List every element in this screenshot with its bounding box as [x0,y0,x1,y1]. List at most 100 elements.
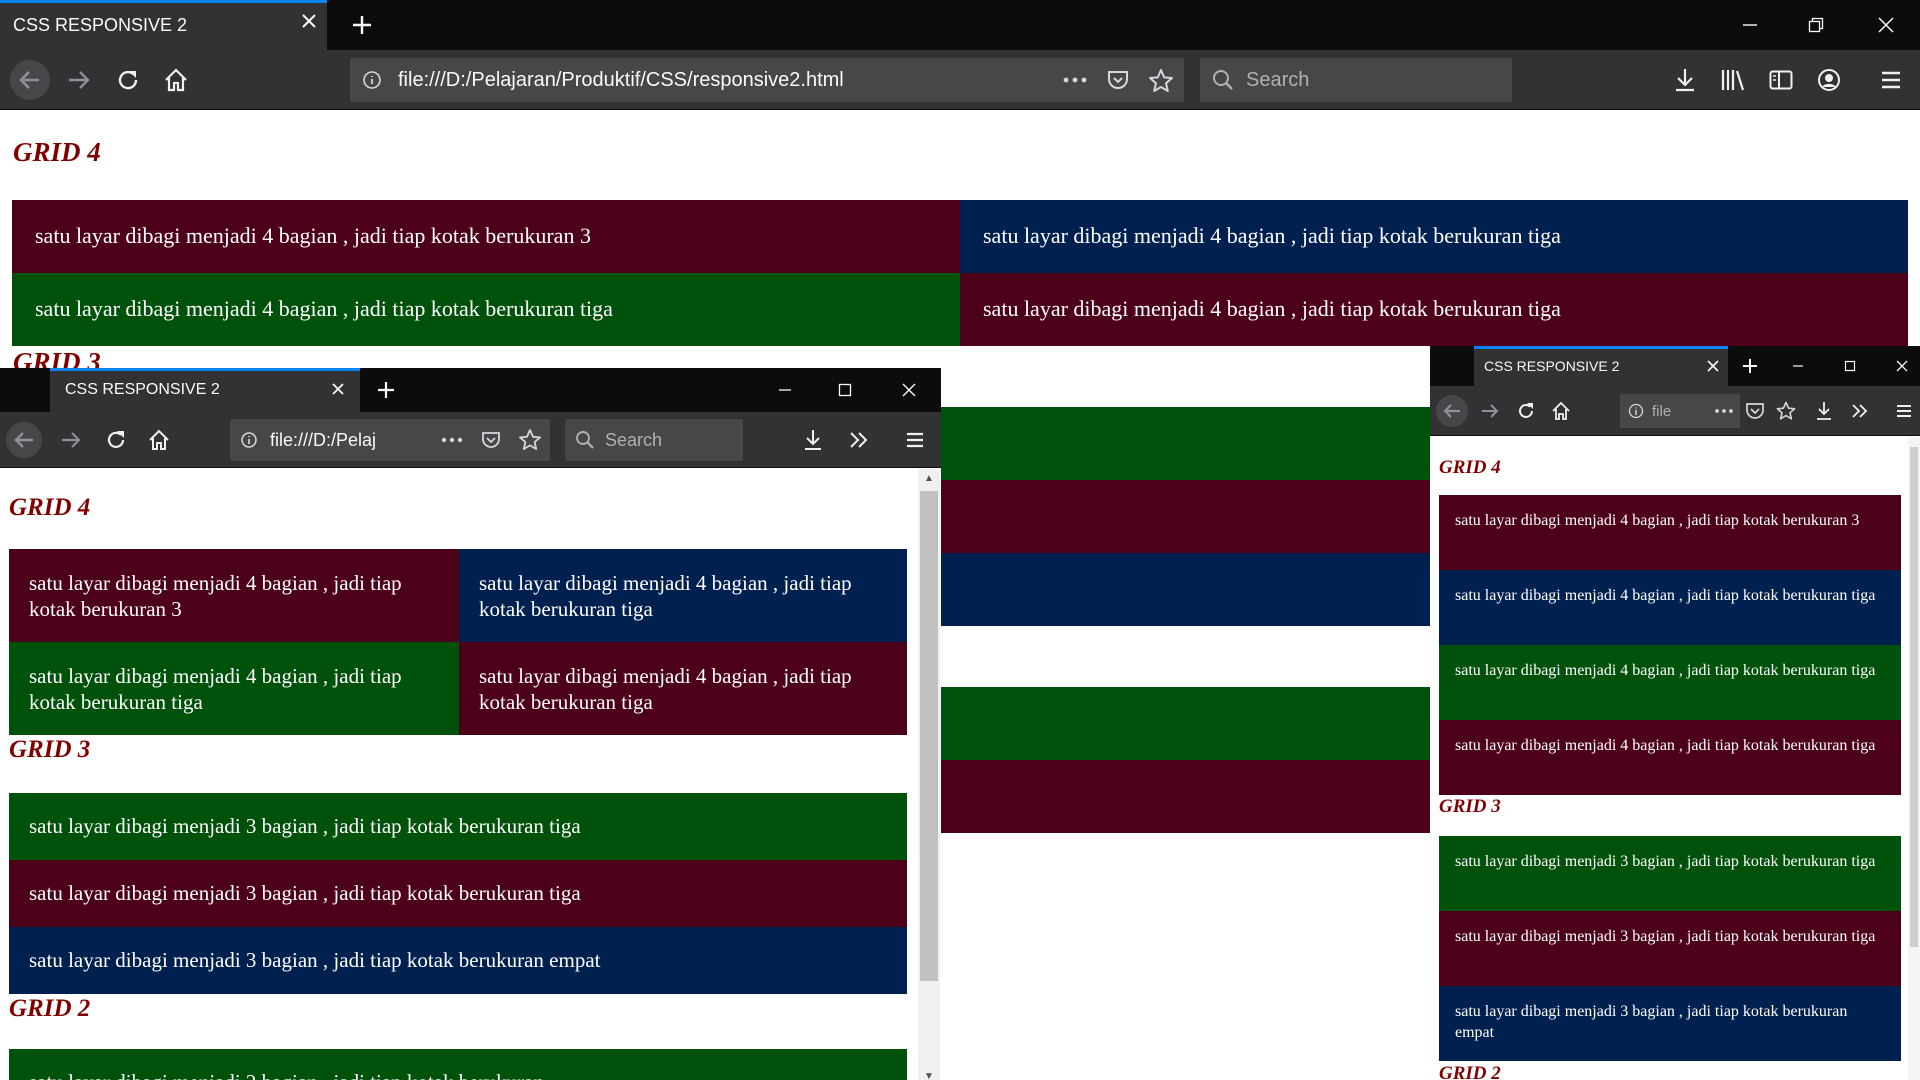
star-icon[interactable] [1772,397,1800,425]
scrollbar[interactable]: ▲ ▼ [918,469,940,1080]
right-tab[interactable]: CSS RESPONSIVE 2 [1474,346,1728,386]
menu-icon[interactable] [899,424,931,456]
grid4-heading: GRID 4 [13,137,101,167]
restore-icon[interactable] [1786,0,1846,50]
minimize-icon[interactable] [1778,346,1818,386]
main-tab[interactable]: CSS RESPONSIVE 2 [0,0,327,50]
grid4-cell-3: satu layar dibagi menjadi 4 bagian , jad… [12,273,960,346]
url-text[interactable]: file [1652,403,1671,420]
grid4-cell-1: satu layar dibagi menjadi 4 bagian , jad… [12,200,960,273]
url-bar[interactable]: file:///D:/Pelaj [230,419,550,461]
download-icon[interactable] [1668,63,1702,97]
new-tab-icon[interactable] [1736,352,1764,380]
right-tab-title: CSS RESPONSIVE 2 [1484,358,1620,374]
left-browser-window: CSS RESPONSIVE 2 file:///D:/Pelaj Search… [0,368,941,1080]
grid4-cell-4: satu layar dibagi menjadi 4 bagian , jad… [960,273,1908,346]
left-tab-title: CSS RESPONSIVE 2 [65,381,220,398]
grid4-heading: GRID 4 [9,494,91,521]
back-icon[interactable] [1434,393,1470,429]
url-text[interactable]: file:///D:/Pelaj [270,430,390,451]
scroll-thumb[interactable] [1910,447,1918,947]
search-placeholder: Search [1246,68,1310,91]
window-close-icon[interactable] [1856,0,1916,50]
info-icon[interactable] [362,70,382,90]
home-icon[interactable] [159,63,193,97]
pocket-icon[interactable] [480,429,502,451]
close-icon[interactable] [330,381,346,402]
grid2-heading: GRID 2 [1439,1063,1501,1080]
grid3-cell-1: satu layar dibagi menjadi 3 bagian , jad… [9,793,907,860]
new-tab-icon[interactable] [345,8,379,42]
sidebar-icon[interactable] [1764,63,1798,97]
search-icon [575,430,595,450]
grid4-cell-2: satu layar dibagi menjadi 4 bagian , jad… [1439,570,1901,645]
left-tab[interactable]: CSS RESPONSIVE 2 [50,368,360,412]
search-bar[interactable]: Search [1200,58,1512,102]
tab-accent [0,0,327,3]
library-icon[interactable] [1716,63,1750,97]
pocket-icon[interactable] [1741,397,1769,425]
minimize-icon[interactable] [1720,0,1780,50]
forward-icon[interactable] [55,424,87,456]
grid3-cell-3: satu layar dibagi menjadi 3 bagian , jad… [1439,986,1901,1061]
url-bar[interactable]: file:///D:/Pelajaran/Produktif/CSS/respo… [350,58,1184,102]
bg-block-green-2 [940,687,1430,760]
forward-icon[interactable] [62,63,96,97]
left-nav-toolbar: file:///D:/Pelaj Search [0,412,941,468]
reload-icon[interactable] [1512,397,1540,425]
bg-block-green-1 [940,407,1430,480]
tab-accent [1474,346,1728,349]
new-tab-icon[interactable] [370,374,402,406]
pocket-icon[interactable] [1106,68,1130,92]
back-icon[interactable] [8,60,52,100]
scroll-down-icon[interactable]: ▼ [918,1071,940,1080]
window-close-icon[interactable] [884,368,934,412]
grid4-cell-2: satu layar dibagi menjadi 4 bagian , jad… [960,200,1908,273]
minimize-icon[interactable] [760,368,810,412]
close-icon[interactable] [1706,359,1720,378]
grid2-cell-1: satu layar dibagi menjadi 2 bagian , jad… [9,1049,907,1080]
scrollbar[interactable] [1908,437,1920,1080]
star-icon[interactable] [1148,68,1174,94]
forward-icon[interactable] [1476,397,1504,425]
more-icon[interactable] [440,431,464,449]
right-nav-toolbar: file [1430,386,1920,436]
more-icon[interactable] [1710,397,1738,425]
menu-icon[interactable] [1890,397,1918,425]
info-icon[interactable] [1628,403,1644,419]
search-placeholder: Search [605,429,663,450]
info-icon[interactable] [240,431,258,449]
close-icon[interactable] [300,12,318,35]
grid4-cell-1: satu layar dibagi menjadi 4 bagian , jad… [1439,495,1901,570]
search-bar[interactable]: Search [565,419,743,461]
more-icon[interactable] [1062,70,1088,90]
scroll-thumb[interactable] [920,491,938,981]
reload-icon[interactable] [111,63,145,97]
window-close-icon[interactable] [1882,346,1920,386]
maximize-icon[interactable] [1830,346,1870,386]
right-tab-strip: CSS RESPONSIVE 2 [1430,346,1920,386]
star-icon[interactable] [518,428,542,452]
scroll-up-icon[interactable]: ▲ [918,473,940,484]
overflow-icon[interactable] [843,424,875,456]
grid4-heading: GRID 4 [1439,457,1501,478]
url-text[interactable]: file:///D:/Pelajaran/Produktif/CSS/respo… [398,69,844,92]
right-browser-window: CSS RESPONSIVE 2 file GRID 4 satu layar … [1430,346,1920,1080]
overflow-icon[interactable] [1846,397,1874,425]
reload-icon[interactable] [100,424,132,456]
menu-icon[interactable] [1874,63,1908,97]
grid4-cell-3: satu layar dibagi menjadi 4 bagian , jad… [9,642,459,735]
main-nav-toolbar: file:///D:/Pelajaran/Produktif/CSS/respo… [0,50,1920,110]
grid3-cell-2: satu layar dibagi menjadi 3 bagian , jad… [9,860,907,927]
back-icon[interactable] [4,420,44,460]
grid3-heading: GRID 3 [9,736,91,763]
download-icon[interactable] [797,424,829,456]
home-icon[interactable] [143,424,175,456]
bg-block-maroon-1 [940,480,1430,553]
maximize-icon[interactable] [820,368,870,412]
account-icon[interactable] [1812,63,1846,97]
home-icon[interactable] [1547,397,1575,425]
download-icon[interactable] [1810,397,1838,425]
grid3-cell-3: satu layar dibagi menjadi 3 bagian , jad… [9,927,907,994]
grid3-cell-1: satu layar dibagi menjadi 3 bagian , jad… [1439,836,1901,911]
